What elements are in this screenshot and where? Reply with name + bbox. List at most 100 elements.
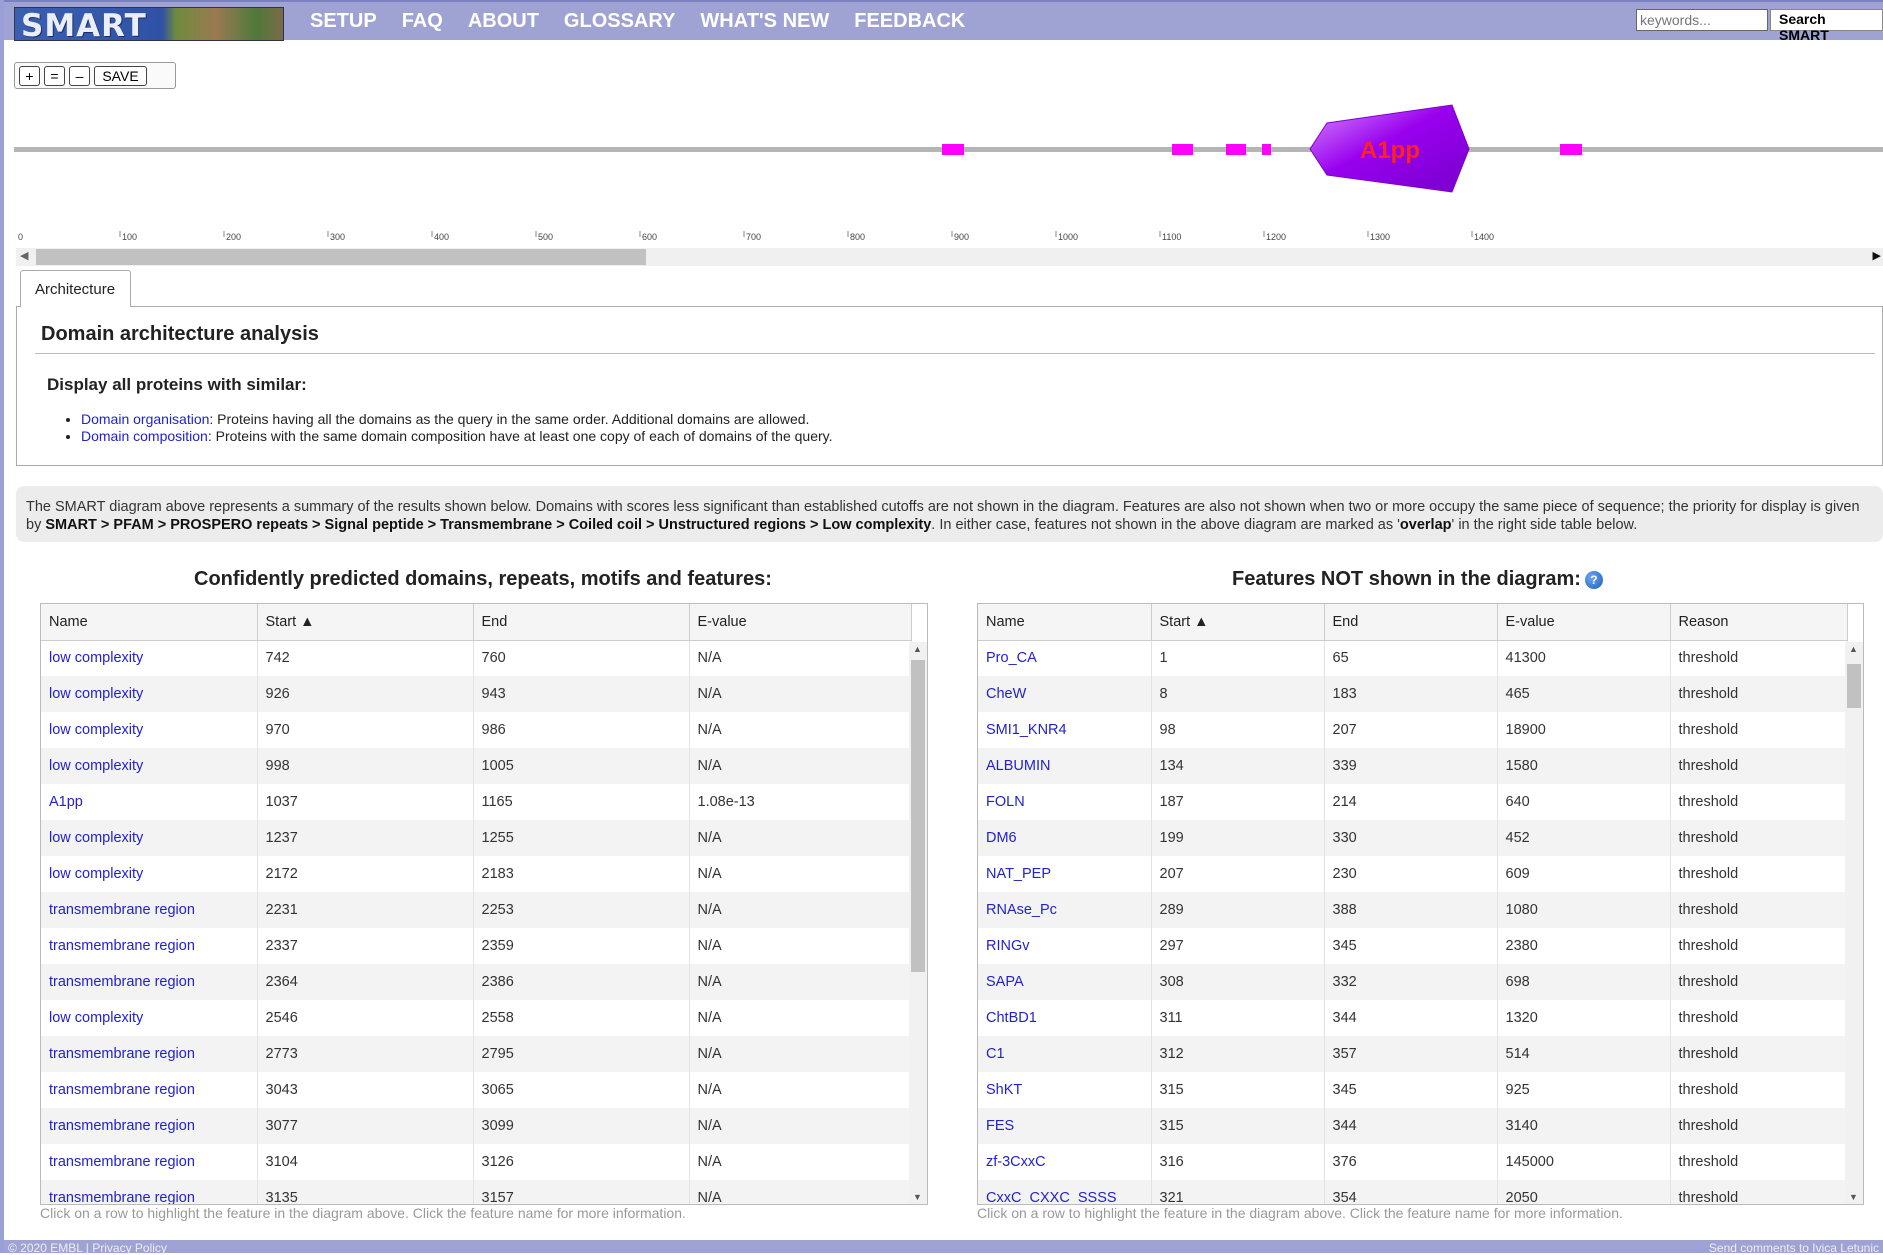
feature-name-link[interactable]: low complexity (49, 758, 143, 774)
feature-name-link[interactable]: Pro_CA (986, 650, 1037, 666)
feature-name-link[interactable]: RNAse_Pc (986, 902, 1057, 918)
feature-name-link[interactable]: transmembrane region (49, 902, 195, 918)
table-row[interactable]: FOLN 187 214 640 threshold (978, 784, 1848, 820)
table-row[interactable]: low complexity 742 760 N/A (41, 640, 912, 676)
table-row[interactable]: Pro_CA 1 65 41300 threshold (978, 640, 1848, 676)
feature-name-link[interactable]: C1 (986, 1046, 1005, 1062)
smart-logo[interactable]: SMART (14, 7, 284, 44)
feature-name-link[interactable]: transmembrane region (49, 1190, 195, 1204)
zoom-reset-button[interactable]: = (44, 66, 65, 86)
low-complexity-segment[interactable] (1226, 144, 1246, 155)
scroll-up-arrow-icon[interactable]: ▲ (913, 644, 922, 654)
feature-name-link[interactable]: SAPA (986, 974, 1024, 990)
feature-name-link[interactable]: FOLN (986, 794, 1025, 810)
column-header-reason[interactable]: Reason (1670, 604, 1848, 641)
feature-name-link[interactable]: low complexity (49, 650, 143, 666)
feature-name-link[interactable]: RINGv (986, 938, 1030, 954)
search-button[interactable]: Search SMART (1770, 9, 1883, 43)
search-input[interactable] (1636, 9, 1768, 31)
column-header-end[interactable]: End (1324, 604, 1498, 641)
table-row[interactable]: ChtBD1 311 344 1320 threshold (978, 1000, 1848, 1036)
table-row[interactable]: CheW 8 183 465 threshold (978, 676, 1848, 712)
domain-organisation-link[interactable]: Domain organisation (81, 411, 209, 427)
feature-name-link[interactable]: low complexity (49, 686, 143, 702)
feature-name-link[interactable]: NAT_PEP (986, 866, 1051, 882)
table-row[interactable]: low complexity 998 1005 N/A (41, 748, 912, 784)
feature-name-link[interactable]: A1pp (49, 794, 83, 810)
scroll-up-arrow-icon[interactable]: ▲ (1849, 644, 1858, 654)
table-row[interactable]: low complexity 2172 2183 N/A (41, 856, 912, 892)
nav-feedback[interactable]: FEEDBACK (854, 10, 965, 33)
scrollbar-thumb[interactable] (36, 249, 646, 265)
table-row[interactable]: ALBUMIN 134 339 1580 threshold (978, 748, 1848, 784)
table-vertical-scrollbar[interactable]: ▲ ▼ (1845, 642, 1863, 1204)
nav-glossary[interactable]: GLOSSARY (564, 10, 676, 33)
zoom-out-button[interactable]: – (69, 66, 90, 86)
table-row[interactable]: transmembrane region 3104 3126 N/A (41, 1144, 912, 1180)
table-row[interactable]: DM6 199 330 452 threshold (978, 820, 1848, 856)
nav-faq[interactable]: FAQ (402, 10, 443, 33)
scroll-down-arrow-icon[interactable]: ▼ (913, 1192, 922, 1202)
column-header-name[interactable]: Name (978, 604, 1152, 641)
column-header-start[interactable]: Start ▲ (1151, 604, 1325, 641)
feature-name-link[interactable]: transmembrane region (49, 938, 195, 954)
low-complexity-segment[interactable] (1172, 144, 1193, 155)
feature-name-link[interactable]: transmembrane region (49, 1082, 195, 1098)
table-row[interactable]: transmembrane region 2337 2359 N/A (41, 928, 912, 964)
feature-name-link[interactable]: SMI1_KNR4 (986, 722, 1067, 738)
table-row[interactable]: SAPA 308 332 698 threshold (978, 964, 1848, 1000)
table-row[interactable]: SMI1_KNR4 98 207 18900 threshold (978, 712, 1848, 748)
low-complexity-segment[interactable] (1560, 144, 1582, 155)
feature-name-link[interactable]: DM6 (986, 830, 1017, 846)
table-row[interactable]: transmembrane region 2773 2795 N/A (41, 1036, 912, 1072)
feature-name-link[interactable]: ChtBD1 (986, 1010, 1037, 1026)
footer-contact[interactable]: Send comments to Ivica Letunic (1709, 1242, 1879, 1254)
feature-name-link[interactable]: ShKT (986, 1082, 1022, 1098)
scrollbar-thumb[interactable] (1847, 664, 1861, 708)
table-vertical-scrollbar[interactable]: ▲ ▼ (909, 642, 927, 1204)
low-complexity-segment[interactable] (1262, 144, 1271, 155)
feature-name-link[interactable]: CheW (986, 686, 1026, 702)
feature-name-link[interactable]: transmembrane region (49, 974, 195, 990)
column-header-evalue[interactable]: E-value (689, 604, 912, 641)
column-header-start[interactable]: Start ▲ (257, 604, 474, 641)
scroll-left-arrow-icon[interactable]: ◀ (20, 249, 28, 262)
scroll-right-arrow-icon[interactable]: ▶ (1873, 249, 1881, 262)
scroll-down-arrow-icon[interactable]: ▼ (1849, 1192, 1858, 1202)
table-row[interactable]: transmembrane region 3043 3065 N/A (41, 1072, 912, 1108)
feature-name-link[interactable]: ALBUMIN (986, 758, 1050, 774)
nav-whats-new[interactable]: WHAT'S NEW (700, 10, 829, 33)
feature-name-link[interactable]: transmembrane region (49, 1154, 195, 1170)
table-row[interactable]: transmembrane region 2364 2386 N/A (41, 964, 912, 1000)
scrollbar-thumb[interactable] (911, 660, 925, 972)
table-row[interactable]: RINGv 297 345 2380 threshold (978, 928, 1848, 964)
column-header-name[interactable]: Name (41, 604, 258, 641)
feature-name-link[interactable]: CxxC_CXXC_SSSS (986, 1190, 1117, 1204)
table-row[interactable]: low complexity 926 943 N/A (41, 676, 912, 712)
table-row[interactable]: zf-3CxxC 316 376 145000 threshold (978, 1144, 1848, 1180)
table-row[interactable]: C1 312 357 514 threshold (978, 1036, 1848, 1072)
table-row[interactable]: low complexity 2546 2558 N/A (41, 1000, 912, 1036)
table-row[interactable]: RNAse_Pc 289 388 1080 threshold (978, 892, 1848, 928)
column-header-evalue[interactable]: E-value (1497, 604, 1671, 641)
table-row[interactable]: NAT_PEP 207 230 609 threshold (978, 856, 1848, 892)
table-row[interactable]: transmembrane region 3077 3099 N/A (41, 1108, 912, 1144)
help-icon[interactable]: ? (1584, 570, 1603, 589)
feature-name-link[interactable]: low complexity (49, 1010, 143, 1026)
table-row[interactable]: CxxC_CXXC_SSSS 321 354 2050 threshold (978, 1180, 1848, 1204)
save-button[interactable]: SAVE (94, 66, 147, 86)
low-complexity-segment[interactable] (942, 144, 964, 155)
feature-name-link[interactable]: low complexity (49, 722, 143, 738)
feature-name-link[interactable]: transmembrane region (49, 1118, 195, 1134)
table-row[interactable]: ShKT 315 345 925 threshold (978, 1072, 1848, 1108)
table-row[interactable]: FES 315 344 3140 threshold (978, 1108, 1848, 1144)
tab-architecture[interactable]: Architecture (20, 270, 131, 307)
feature-name-link[interactable]: FES (986, 1118, 1014, 1134)
table-row[interactable]: A1pp 1037 1165 1.08e-13 (41, 784, 912, 820)
nav-about[interactable]: ABOUT (468, 10, 539, 33)
nav-setup[interactable]: SETUP (310, 10, 377, 33)
feature-name-link[interactable]: low complexity (49, 866, 143, 882)
table-row[interactable]: transmembrane region 2231 2253 N/A (41, 892, 912, 928)
zoom-in-button[interactable]: + (19, 66, 40, 86)
table-row[interactable]: low complexity 1237 1255 N/A (41, 820, 912, 856)
